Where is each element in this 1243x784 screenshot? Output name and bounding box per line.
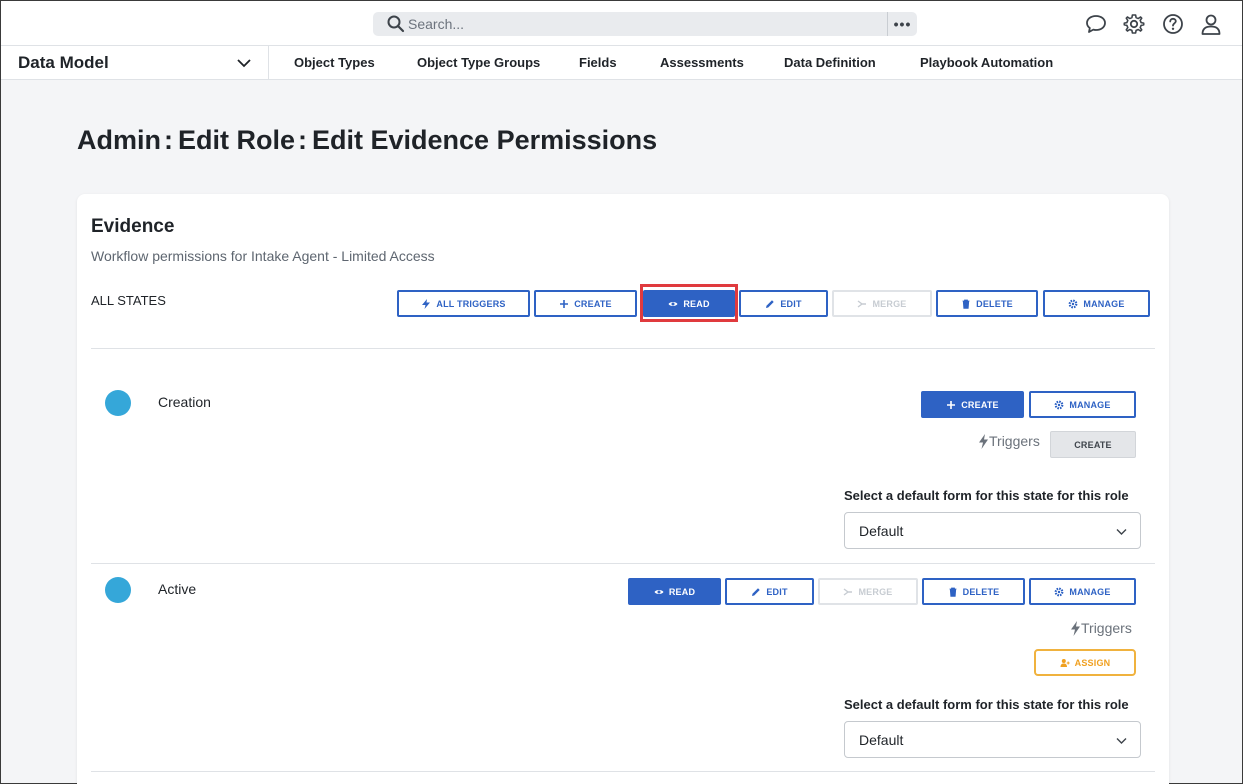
plus-icon (947, 400, 956, 409)
breadcrumb-edit-role[interactable]: Edit Role (178, 125, 295, 155)
bolt-icon (979, 433, 988, 449)
divider (91, 563, 1155, 564)
all-delete-button[interactable]: DELETE (936, 290, 1038, 317)
nav-bar: Data Model Object Types Object Type Grou… (1, 45, 1242, 80)
state-dot (105, 390, 131, 416)
pencil-icon (752, 587, 761, 596)
search-icon (387, 15, 405, 33)
global-search[interactable]: ••• (373, 12, 917, 36)
chat-icon[interactable] (1085, 13, 1107, 35)
active-edit-button[interactable]: EDIT (725, 578, 814, 605)
active-assign-label: ASSIGN (1074, 657, 1111, 668)
gear-icon (1068, 299, 1078, 308)
creation-manage-button[interactable]: MANAGE (1029, 391, 1136, 418)
state-name-active: Active (158, 581, 197, 597)
chevron-down-icon (1116, 738, 1127, 744)
creation-manage-label: MANAGE (1069, 399, 1111, 410)
divider (91, 348, 1155, 349)
card-title: Evidence (91, 216, 175, 237)
help-icon[interactable] (1162, 13, 1184, 35)
app-selector[interactable]: Data Model (1, 46, 269, 79)
creation-form-value: Default (859, 522, 904, 539)
page-title: Admin: Edit Role: Edit Evidence Permission… (77, 125, 657, 156)
all-triggers-label: ALL TRIGGERS (436, 298, 506, 309)
breadcrumb-admin[interactable]: Admin (77, 125, 161, 155)
chevron-down-icon (237, 59, 251, 68)
active-delete-label: DELETE (962, 586, 1000, 597)
merge-icon (858, 299, 867, 308)
bolt-icon (1071, 620, 1080, 636)
nav-data-definition[interactable]: Data Definition (784, 55, 876, 70)
plus-icon (560, 299, 569, 308)
card-subtitle: Workflow permissions for Intake Agent - … (91, 248, 435, 264)
active-form-select[interactable]: Default (844, 721, 1141, 758)
breadcrumb-separator: : (164, 125, 173, 155)
active-delete-button[interactable]: DELETE (922, 578, 1025, 605)
active-merge-label: MERGE (858, 586, 893, 597)
active-form-label: Select a default form for this state for… (844, 697, 1129, 712)
gear-icon[interactable] (1123, 13, 1145, 35)
creation-create-label: CREATE (961, 399, 999, 410)
permissions-card: Evidence Workflow permissions for Intake… (77, 194, 1169, 784)
active-form-value: Default (859, 731, 904, 748)
all-delete-label: DELETE (976, 298, 1013, 309)
creation-triggers: Triggers (978, 433, 1040, 449)
creation-create-button[interactable]: CREATE (921, 391, 1024, 418)
all-edit-button[interactable]: EDIT (739, 290, 828, 317)
creation-trigger-create-button[interactable]: CREATE (1050, 431, 1136, 458)
nav-fields[interactable]: Fields (579, 55, 617, 70)
creation-form-select[interactable]: Default (844, 512, 1141, 549)
chevron-down-icon (1116, 529, 1127, 535)
all-triggers-button[interactable]: ALL TRIGGERS (397, 290, 530, 317)
all-create-button[interactable]: CREATE (534, 290, 637, 317)
active-edit-label: EDIT (766, 586, 788, 597)
active-triggers: Triggers (1070, 620, 1132, 636)
active-merge-button: MERGE (818, 578, 918, 605)
divider (91, 771, 1155, 772)
state-name-creation: Creation (158, 394, 211, 410)
creation-trigger-create-label: CREATE (1074, 439, 1112, 450)
all-states-label: ALL STATES (91, 293, 166, 308)
nav-assessments[interactable]: Assessments (660, 55, 744, 70)
creation-form-label: Select a default form for this state for… (844, 488, 1129, 503)
creation-triggers-label: Triggers (989, 433, 1040, 449)
active-manage-label: MANAGE (1069, 586, 1111, 597)
eye-icon (654, 589, 664, 594)
top-bar: ••• (1, 1, 1242, 45)
app-selector-label: Data Model (18, 52, 109, 72)
trash-icon (962, 299, 970, 309)
active-manage-button[interactable]: MANAGE (1029, 578, 1136, 605)
gear-icon (1054, 587, 1064, 596)
breadcrumb-separator: : (298, 125, 308, 155)
all-merge-button: MERGE (832, 290, 932, 317)
add-user-icon (1060, 658, 1070, 667)
gear-icon (1054, 400, 1064, 409)
active-assign-button[interactable]: ASSIGN (1034, 649, 1136, 676)
active-triggers-label: Triggers (1081, 620, 1132, 636)
search-input[interactable] (408, 16, 878, 32)
trash-icon (949, 587, 957, 597)
merge-icon (844, 587, 853, 596)
all-create-label: CREATE (574, 298, 612, 309)
read-button-highlight (640, 284, 738, 322)
nav-playbook-automation[interactable]: Playbook Automation (920, 55, 1053, 70)
state-dot (105, 577, 131, 603)
all-edit-label: EDIT (780, 298, 802, 309)
pencil-icon (766, 299, 775, 308)
active-read-label: READ (668, 586, 696, 597)
bolt-icon (422, 298, 431, 309)
nav-object-type-groups[interactable]: Object Type Groups (417, 55, 540, 70)
breadcrumb-current: Edit Evidence Permissions (312, 125, 658, 155)
user-icon[interactable] (1200, 13, 1222, 35)
active-read-button[interactable]: READ (628, 578, 721, 605)
all-manage-label: MANAGE (1083, 298, 1125, 309)
nav-object-types[interactable]: Object Types (294, 55, 375, 70)
search-more-button[interactable]: ••• (887, 12, 917, 36)
all-manage-button[interactable]: MANAGE (1043, 290, 1150, 317)
all-merge-label: MERGE (872, 298, 907, 309)
